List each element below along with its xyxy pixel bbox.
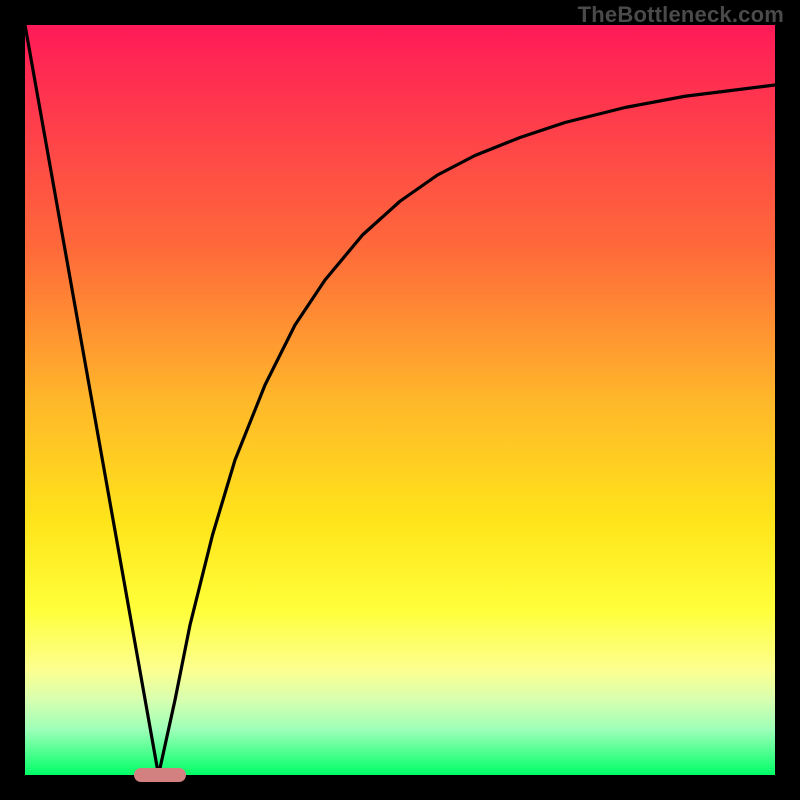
curve-right-segment — [159, 85, 776, 775]
watermark-text: TheBottleneck.com — [578, 2, 784, 28]
bottleneck-marker — [134, 768, 187, 782]
bottleneck-curve — [25, 25, 775, 775]
plot-area — [25, 25, 775, 775]
curve-left-segment — [25, 25, 159, 775]
chart-frame: TheBottleneck.com — [0, 0, 800, 800]
